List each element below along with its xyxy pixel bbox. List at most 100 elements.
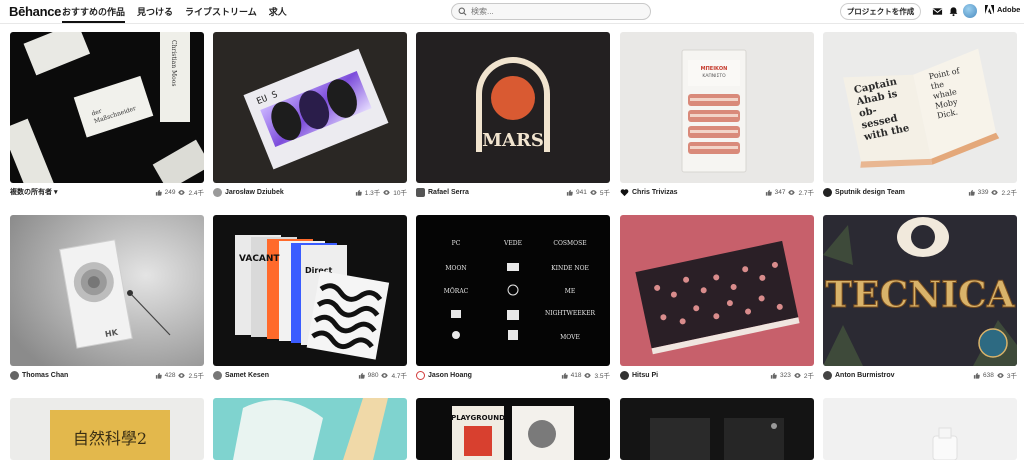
project-thumbnail[interactable] [620, 215, 814, 366]
project-thumbnail[interactable]: ΜΠΕΙΚΟΝ ΚΑΠΝΙΣΤΟ [620, 32, 814, 183]
eye-icon [997, 372, 1004, 378]
project-thumbnail[interactable]: VACANT Direct [213, 215, 407, 366]
view-count: 2.4千 [188, 190, 204, 197]
like-count: 339 [977, 188, 989, 196]
nav-tab-recommended[interactable]: おすすめの作品 [62, 0, 126, 24]
project-thumbnail[interactable]: MARS [416, 32, 610, 183]
eye-icon [794, 372, 801, 378]
nav-tab-discover[interactable]: 見つける [137, 0, 173, 24]
owner-name[interactable]: Rafael Serra [428, 189, 469, 196]
view-count: 2.7千 [798, 190, 814, 197]
owner-avatar[interactable] [213, 370, 222, 380]
thumbs-up-icon [155, 189, 162, 196]
like-count: 941 [576, 188, 587, 196]
project-stats: 1.3千 10千 [355, 187, 407, 197]
eye-icon [381, 372, 389, 378]
project-meta: 複数の所有者 ▾ 249 2.4千 [10, 186, 204, 198]
crowd-book-artwork [620, 215, 814, 366]
project-stats: 339 2.2千 [968, 187, 1017, 197]
project-meta: Hitsu Pi 323 2千 [620, 369, 814, 381]
view-count: 4.7千 [391, 373, 407, 380]
project-thumbnail[interactable]: PLAYGROUND [416, 398, 610, 460]
mail-icon[interactable] [932, 6, 943, 17]
main-nav: おすすめの作品 見つける ライブストリーム 求人 [62, 0, 287, 24]
project-thumbnail[interactable]: der Maßschneider Christian Moos [10, 32, 204, 183]
project-thumbnail[interactable]: 自然科學2 [10, 398, 204, 460]
business-cards-artwork: derMaßschneider Christian Moos [10, 32, 204, 183]
bacon-package-artwork: ΜΠΕΙΚΟΝ ΚΑΠΝΙΣΤΟ [620, 32, 814, 183]
search-box[interactable] [451, 3, 651, 20]
search-input[interactable] [471, 7, 641, 16]
behance-logo[interactable]: Bēhance [9, 4, 61, 19]
tecnica-lettering-artwork: TECNICA [823, 215, 1017, 366]
nav-tab-jobs[interactable]: 求人 [269, 0, 287, 24]
science-book-artwork: 自然科學2 [10, 398, 204, 460]
owner-name[interactable]: Thomas Chan [22, 372, 68, 379]
logo-text: MOVE [560, 334, 580, 341]
owner-name[interactable]: Anton Burmistrov [835, 372, 895, 379]
project-thumbnail[interactable] [213, 398, 407, 460]
eye-icon [788, 189, 796, 195]
like-count: 638 [983, 371, 994, 379]
project-thumbnail[interactable]: PC VEDE COSMOSE MOON KINDE NOE MŌRAC ME … [416, 215, 610, 366]
eye-icon [991, 189, 999, 195]
dropper-bottle-artwork [823, 398, 1017, 460]
project-thumbnail[interactable]: EU S [213, 32, 407, 183]
project-thumbnail[interactable]: Captain Ahab is ob- sessed with the Poin… [823, 32, 1017, 183]
thumbs-up-icon [561, 372, 568, 379]
project-stats: 418 3.5千 [561, 370, 610, 380]
owner-name[interactable]: Sputnik design Team [835, 189, 905, 196]
owner-name[interactable]: Jarosław Dziubek [225, 189, 284, 196]
project-meta: Jarosław Dziubek 1.3千 10千 [213, 186, 407, 198]
bacon-sub: ΚΑΠΝΙΣΤΟ [702, 73, 726, 79]
owner-name[interactable]: Chris Trivizas [632, 189, 678, 196]
playground-text: PLAYGROUND [451, 414, 505, 422]
thumbs-up-icon [765, 189, 772, 196]
like-count: 347 [774, 188, 786, 196]
project-thumbnail[interactable]: HK [10, 215, 204, 366]
owner-avatar[interactable] [10, 370, 19, 380]
logo-text: NIGHTWEEKER [545, 310, 595, 317]
project-stats: 249 2.4千 [155, 187, 204, 197]
project-stats: 347 2.7千 [765, 187, 814, 197]
logo-text: VEDE [503, 240, 522, 247]
project-thumbnail[interactable] [620, 398, 814, 460]
mars-title: MARS [482, 130, 544, 151]
user-avatar[interactable] [963, 4, 977, 18]
eye-icon [178, 372, 186, 378]
project-stats: 638 3千 [973, 370, 1017, 380]
project-meta: Chris Trivizas 347 2.7千 [620, 186, 814, 198]
project-thumbnail[interactable] [823, 398, 1017, 460]
bell-icon[interactable] [948, 6, 959, 17]
adobe-icon [985, 5, 994, 14]
owner-avatar[interactable] [416, 187, 425, 197]
svg-text:Christian Moos: Christian Moos [170, 40, 177, 86]
bacon-label: ΜΠΕΙΚΟΝ [701, 66, 728, 72]
adobe-link[interactable]: Adobe [985, 5, 1020, 14]
owner-avatar[interactable] [213, 187, 222, 197]
project-thumbnail[interactable]: TECNICA [823, 215, 1017, 366]
owner-name[interactable]: Jason Hoang [428, 372, 472, 379]
nav-tab-livestream[interactable]: ライブストリーム [185, 0, 257, 24]
owner-avatar[interactable] [823, 187, 832, 197]
owner-avatar[interactable] [416, 370, 425, 380]
view-count: 3千 [1006, 373, 1017, 380]
like-count: 428 [164, 371, 176, 379]
like-count: 323 [780, 371, 791, 379]
view-count: 2.5千 [188, 373, 204, 380]
owner-name[interactable]: Samet Kesen [225, 372, 269, 379]
mars-logo-artwork: MARS [416, 32, 610, 183]
view-count: 3.5千 [594, 373, 610, 380]
owner-avatar[interactable] [823, 370, 832, 380]
top-nav-bar: Bēhance おすすめの作品 見つける ライブストリーム 求人 プロジェクトを… [0, 0, 1024, 24]
view-count: 2.2千 [1001, 190, 1017, 197]
thumbs-up-icon [355, 189, 362, 196]
owner-name[interactable]: Hitsu Pi [632, 372, 658, 379]
posters-stack-artwork: VACANT Direct [213, 215, 407, 366]
search-icon [458, 7, 467, 16]
owner-avatar[interactable] [620, 370, 629, 380]
create-project-button[interactable]: プロジェクトを作成 [840, 3, 921, 20]
owner-name[interactable]: 複数の所有者 ▾ [10, 187, 57, 197]
poster-text: VACANT [239, 254, 280, 264]
eye-icon [584, 372, 592, 378]
